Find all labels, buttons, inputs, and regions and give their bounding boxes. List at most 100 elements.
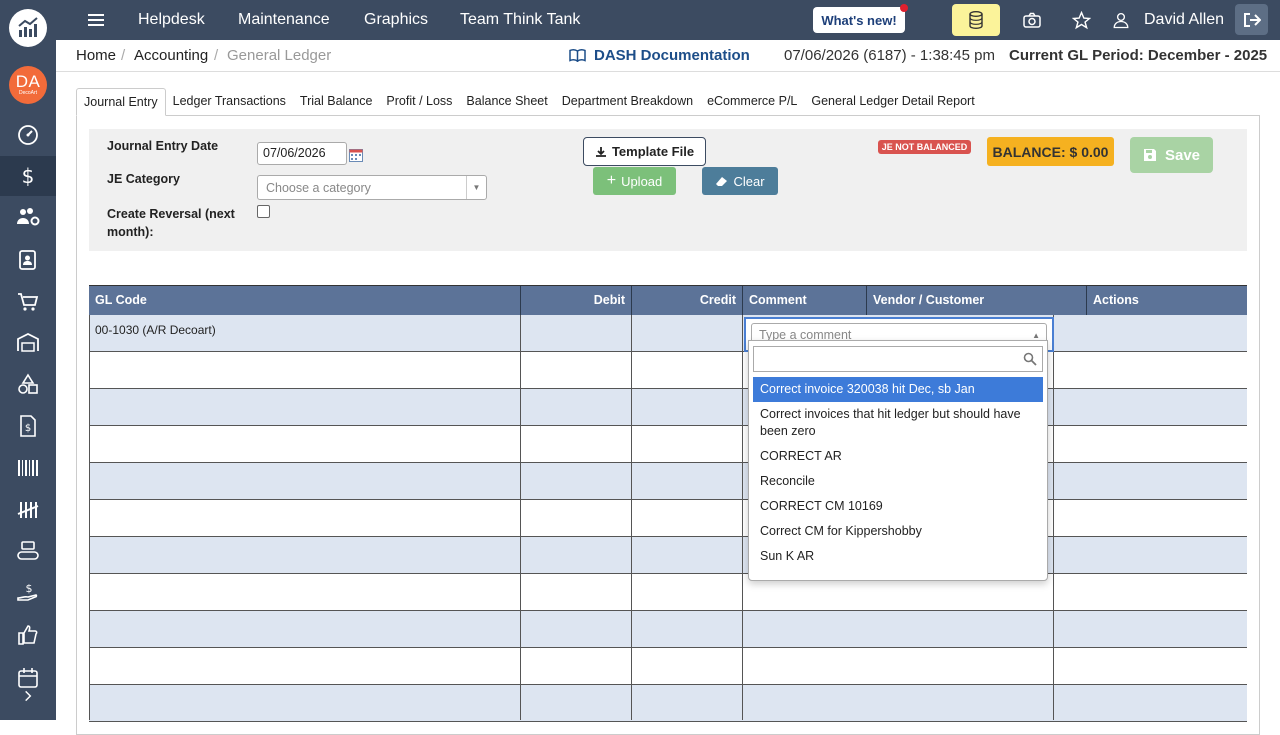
- tab-gl-detail-report[interactable]: General Ledger Detail Report: [804, 88, 981, 116]
- table-row[interactable]: [89, 537, 1247, 574]
- star-icon[interactable]: [1070, 9, 1092, 31]
- create-reversal-label: Create Reversal (next month):: [107, 205, 235, 241]
- svg-text:$: $: [26, 582, 33, 595]
- tab-ecommerce-pl[interactable]: eCommerce P/L: [700, 88, 804, 116]
- table-row[interactable]: [89, 352, 1247, 389]
- user-name[interactable]: David Allen: [1144, 0, 1224, 40]
- table-row[interactable]: [89, 611, 1247, 648]
- calendar-picker-icon[interactable]: [349, 148, 363, 162]
- database-icon: [969, 11, 983, 29]
- sidebar-item-warehouse[interactable]: [0, 322, 56, 362]
- comment-option[interactable]: Correct invoice 320038 hit Dec, sb Jan: [753, 377, 1043, 402]
- col-credit[interactable]: Credit: [632, 286, 743, 316]
- gl-code-cell[interactable]: 00-1030 (A/R Decoart): [95, 323, 216, 337]
- table-row[interactable]: [89, 574, 1247, 611]
- col-comment[interactable]: Comment: [743, 286, 867, 316]
- camera-icon[interactable]: [1021, 9, 1043, 31]
- database-button[interactable]: [952, 4, 1000, 36]
- app-logo[interactable]: [0, 0, 56, 56]
- tab-profit-loss[interactable]: Profit / Loss: [379, 88, 459, 116]
- nav-helpdesk[interactable]: Helpdesk: [138, 0, 205, 40]
- table-row[interactable]: [89, 463, 1247, 500]
- sidebar-item-dashboard[interactable]: [0, 115, 56, 155]
- sidebar-item-shapes[interactable]: [0, 364, 56, 404]
- tab-journal-entry[interactable]: Journal Entry: [76, 88, 166, 116]
- comment-option[interactable]: Correct CM for Kippershobby: [753, 519, 1043, 544]
- nav-maintenance[interactable]: Maintenance: [238, 0, 330, 40]
- download-icon: [595, 146, 606, 157]
- create-reversal-label-line1: Create Reversal (next: [107, 207, 235, 221]
- documentation-link[interactable]: DASH Documentation: [569, 47, 750, 64]
- tab-ledger-transactions[interactable]: Ledger Transactions: [166, 88, 293, 116]
- breadcrumb-accounting[interactable]: Accounting: [134, 47, 208, 64]
- col-vendor-customer[interactable]: Vendor / Customer: [867, 286, 1087, 316]
- template-file-button[interactable]: Template File: [583, 137, 706, 166]
- save-label: Save: [1164, 146, 1201, 164]
- sidebar-item-barcodes[interactable]: [0, 448, 56, 488]
- chevron-right-icon: [25, 690, 32, 702]
- avatar[interactable]: DA DecoArt: [9, 66, 47, 104]
- avatar-initials: DA: [15, 72, 41, 91]
- table-row[interactable]: [89, 500, 1247, 537]
- breadcrumb: Home / Accounting / General Ledger DASH …: [56, 40, 1280, 72]
- create-reversal-checkbox[interactable]: [257, 205, 270, 218]
- tab-balance-sheet[interactable]: Balance Sheet: [459, 88, 554, 116]
- nav-graphics[interactable]: Graphics: [364, 0, 428, 40]
- grid-border: [631, 315, 632, 720]
- comment-options: Correct invoice 320038 hit Dec, sb Jan C…: [753, 377, 1043, 569]
- sidebar-item-tally[interactable]: [0, 490, 56, 530]
- search-icon: [1023, 352, 1037, 366]
- tab-bar: Journal Entry Ledger Transactions Trial …: [76, 88, 982, 116]
- col-debit[interactable]: Debit: [521, 286, 632, 316]
- je-date-input[interactable]: 07/06/2026: [257, 142, 347, 165]
- table-row[interactable]: [89, 648, 1247, 685]
- sidebar-item-feedback[interactable]: [0, 615, 56, 655]
- grid-border: [520, 315, 521, 720]
- sidebar-item-contacts[interactable]: [0, 240, 56, 280]
- save-button[interactable]: Save: [1130, 137, 1213, 173]
- comment-option[interactable]: Reconcile: [753, 469, 1043, 494]
- table-row[interactable]: [89, 685, 1247, 722]
- comment-search-input[interactable]: [753, 346, 1043, 372]
- sidebar-item-cart[interactable]: [0, 282, 56, 322]
- je-category-select[interactable]: Choose a category ▼: [257, 175, 487, 200]
- sidebar-expand[interactable]: [0, 686, 56, 706]
- breadcrumb-separator: /: [121, 47, 126, 64]
- breadcrumb-home[interactable]: Home: [76, 47, 116, 64]
- cart-icon: [18, 293, 39, 311]
- create-reversal-label-line2: month):: [107, 225, 154, 239]
- chart-logo-icon: [9, 9, 47, 47]
- nav-team-think-tank[interactable]: Team Think Tank: [460, 0, 580, 40]
- clear-label: Clear: [733, 173, 765, 189]
- logout-button[interactable]: [1235, 4, 1268, 35]
- je-category-label: JE Category: [107, 172, 180, 186]
- floppy-disk-icon: [1143, 149, 1156, 161]
- table-row[interactable]: [89, 426, 1247, 463]
- tab-trial-balance[interactable]: Trial Balance: [293, 88, 380, 116]
- col-gl-code[interactable]: GL Code: [89, 286, 521, 316]
- sidebar-item-invoices[interactable]: $: [0, 406, 56, 446]
- table-row[interactable]: [89, 315, 1247, 352]
- col-actions[interactable]: Actions: [1087, 286, 1247, 316]
- table-row[interactable]: [89, 389, 1247, 426]
- logout-icon: [1243, 12, 1261, 27]
- svg-text:$: $: [22, 164, 35, 188]
- sidebar-item-conveyor[interactable]: [0, 531, 56, 571]
- clear-button[interactable]: Clear: [702, 167, 778, 195]
- comment-option[interactable]: Sun K AR: [753, 544, 1043, 569]
- comment-option[interactable]: CORRECT CM 10169: [753, 494, 1043, 519]
- menu-icon[interactable]: [88, 11, 104, 29]
- comment-option[interactable]: Correct invoices that hit ledger but sho…: [753, 402, 1043, 444]
- documentation-label: DASH Documentation: [594, 47, 750, 64]
- tab-department-breakdown[interactable]: Department Breakdown: [555, 88, 700, 116]
- upload-button[interactable]: + Upload: [593, 167, 676, 195]
- user-icon[interactable]: [1110, 9, 1132, 31]
- svg-text:$: $: [25, 423, 31, 434]
- whats-new-button[interactable]: What's new!: [813, 4, 908, 33]
- warehouse-icon: [17, 332, 39, 352]
- sidebar-item-users[interactable]: [0, 196, 56, 236]
- sidebar-item-accounting[interactable]: $: [0, 156, 56, 196]
- comment-option[interactable]: CORRECT AR: [753, 444, 1043, 469]
- sidebar-item-payments[interactable]: $: [0, 573, 56, 613]
- breadcrumb-separator: /: [214, 47, 219, 64]
